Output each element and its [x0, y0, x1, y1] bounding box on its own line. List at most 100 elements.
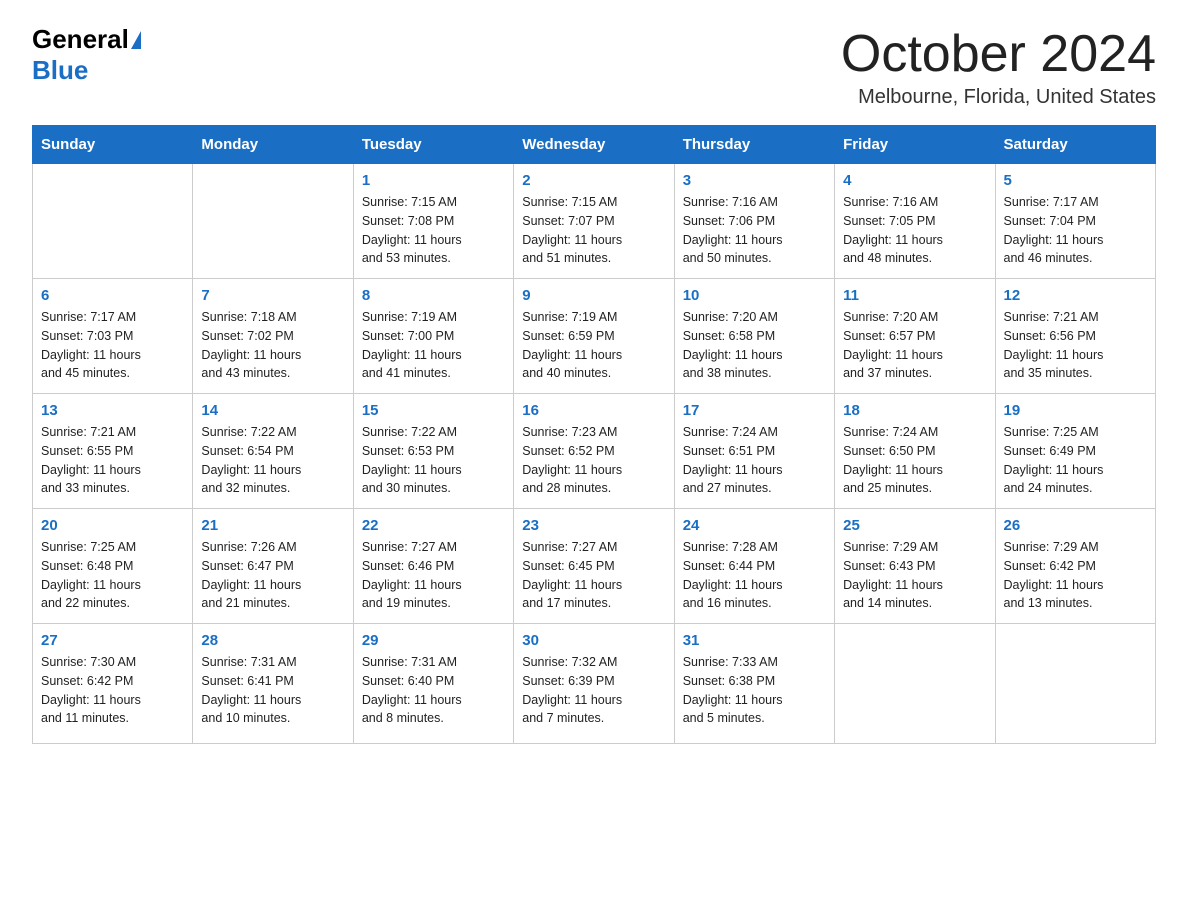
day-info: Sunrise: 7:31 AMSunset: 6:41 PMDaylight:… — [201, 653, 344, 728]
calendar-cell: 11 Sunrise: 7:20 AMSunset: 6:57 PMDayligh… — [835, 279, 995, 394]
day-info: Sunrise: 7:22 AMSunset: 6:54 PMDaylight:… — [201, 423, 344, 498]
weekday-header-thursday: Thursday — [674, 126, 834, 164]
weekday-header-saturday: Saturday — [995, 126, 1155, 164]
day-number: 21 — [201, 517, 344, 534]
calendar-cell: 8 Sunrise: 7:19 AMSunset: 7:00 PMDaylight… — [353, 279, 513, 394]
day-number: 22 — [362, 517, 505, 534]
calendar-cell: 14 Sunrise: 7:22 AMSunset: 6:54 PMDayligh… — [193, 394, 353, 509]
calendar-cell: 18 Sunrise: 7:24 AMSunset: 6:50 PMDayligh… — [835, 394, 995, 509]
day-info: Sunrise: 7:19 AMSunset: 6:59 PMDaylight:… — [522, 308, 665, 383]
weekday-header-tuesday: Tuesday — [353, 126, 513, 164]
day-number: 1 — [362, 172, 505, 189]
day-number: 30 — [522, 632, 665, 649]
calendar-cell: 3Sunrise: 7:16 AMSunset: 7:06 PMDaylight… — [674, 164, 834, 279]
calendar-cell: 2Sunrise: 7:15 AMSunset: 7:07 PMDaylight… — [514, 164, 674, 279]
day-info: Sunrise: 7:17 AMSunset: 7:03 PMDaylight:… — [41, 308, 184, 383]
calendar-week-row: 13 Sunrise: 7:21 AMSunset: 6:55 PMDayligh… — [33, 394, 1156, 509]
calendar-cell — [835, 624, 995, 744]
calendar-cell — [33, 164, 193, 279]
day-info: Sunrise: 7:15 AMSunset: 7:08 PMDaylight:… — [362, 193, 505, 268]
day-info: Sunrise: 7:28 AMSunset: 6:44 PMDaylight:… — [683, 538, 826, 613]
logo-blue: Blue — [32, 55, 88, 86]
page-header: General Blue October 2024 Melbourne, Flo… — [32, 24, 1156, 109]
day-info: Sunrise: 7:19 AMSunset: 7:00 PMDaylight:… — [362, 308, 505, 383]
calendar-cell: 4Sunrise: 7:16 AMSunset: 7:05 PMDaylight… — [835, 164, 995, 279]
calendar-week-row: 6 Sunrise: 7:17 AMSunset: 7:03 PMDaylight… — [33, 279, 1156, 394]
day-info: Sunrise: 7:22 AMSunset: 6:53 PMDaylight:… — [362, 423, 505, 498]
day-number: 12 — [1004, 287, 1147, 304]
day-info: Sunrise: 7:27 AMSunset: 6:45 PMDaylight:… — [522, 538, 665, 613]
day-number: 19 — [1004, 402, 1147, 419]
day-info: Sunrise: 7:24 AMSunset: 6:50 PMDaylight:… — [843, 423, 986, 498]
calendar-cell — [995, 624, 1155, 744]
weekday-header-wednesday: Wednesday — [514, 126, 674, 164]
calendar-cell: 28 Sunrise: 7:31 AMSunset: 6:41 PMDayligh… — [193, 624, 353, 744]
calendar-cell: 21 Sunrise: 7:26 AMSunset: 6:47 PMDayligh… — [193, 509, 353, 624]
day-number: 7 — [201, 287, 344, 304]
day-info: Sunrise: 7:21 AMSunset: 6:56 PMDaylight:… — [1004, 308, 1147, 383]
day-info: Sunrise: 7:24 AMSunset: 6:51 PMDaylight:… — [683, 423, 826, 498]
day-info: Sunrise: 7:29 AMSunset: 6:43 PMDaylight:… — [843, 538, 986, 613]
day-number: 13 — [41, 402, 184, 419]
day-number: 15 — [362, 402, 505, 419]
day-info: Sunrise: 7:27 AMSunset: 6:46 PMDaylight:… — [362, 538, 505, 613]
day-info: Sunrise: 7:29 AMSunset: 6:42 PMDaylight:… — [1004, 538, 1147, 613]
day-number: 23 — [522, 517, 665, 534]
calendar-cell: 23 Sunrise: 7:27 AMSunset: 6:45 PMDayligh… — [514, 509, 674, 624]
calendar-cell: 1 Sunrise: 7:15 AMSunset: 7:08 PMDaylight… — [353, 164, 513, 279]
day-number: 10 — [683, 287, 826, 304]
title-block: October 2024 Melbourne, Florida, United … — [841, 24, 1156, 109]
day-number: 11 — [843, 287, 986, 304]
day-number: 29 — [362, 632, 505, 649]
day-info: Sunrise: 7:15 AMSunset: 7:07 PMDaylight:… — [522, 193, 665, 268]
day-number: 20 — [41, 517, 184, 534]
calendar-cell: 19 Sunrise: 7:25 AMSunset: 6:49 PMDayligh… — [995, 394, 1155, 509]
day-number: 28 — [201, 632, 344, 649]
calendar-cell: 26Sunrise: 7:29 AMSunset: 6:42 PMDayligh… — [995, 509, 1155, 624]
calendar-cell: 31Sunrise: 7:33 AMSunset: 6:38 PMDayligh… — [674, 624, 834, 744]
calendar-body: 1 Sunrise: 7:15 AMSunset: 7:08 PMDaylight… — [33, 164, 1156, 744]
calendar-cell: 24 Sunrise: 7:28 AMSunset: 6:44 PMDayligh… — [674, 509, 834, 624]
calendar-table: SundayMondayTuesdayWednesdayThursdayFrid… — [32, 125, 1156, 744]
day-number: 8 — [362, 287, 505, 304]
calendar-week-row: 1 Sunrise: 7:15 AMSunset: 7:08 PMDaylight… — [33, 164, 1156, 279]
day-number: 4 — [843, 172, 986, 189]
calendar-week-row: 20 Sunrise: 7:25 AMSunset: 6:48 PMDayligh… — [33, 509, 1156, 624]
day-number: 24 — [683, 517, 826, 534]
day-number: 6 — [41, 287, 184, 304]
month-title: October 2024 — [841, 24, 1156, 84]
day-info: Sunrise: 7:25 AMSunset: 6:48 PMDaylight:… — [41, 538, 184, 613]
calendar-cell — [193, 164, 353, 279]
location: Melbourne, Florida, United States — [841, 86, 1156, 109]
day-info: Sunrise: 7:31 AMSunset: 6:40 PMDaylight:… — [362, 653, 505, 728]
calendar-cell: 6 Sunrise: 7:17 AMSunset: 7:03 PMDaylight… — [33, 279, 193, 394]
day-info: Sunrise: 7:18 AMSunset: 7:02 PMDaylight:… — [201, 308, 344, 383]
day-info: Sunrise: 7:26 AMSunset: 6:47 PMDaylight:… — [201, 538, 344, 613]
day-number: 27 — [41, 632, 184, 649]
day-number: 25 — [843, 517, 986, 534]
calendar-cell: 13 Sunrise: 7:21 AMSunset: 6:55 PMDayligh… — [33, 394, 193, 509]
day-number: 31 — [683, 632, 826, 649]
day-number: 14 — [201, 402, 344, 419]
day-info: Sunrise: 7:20 AMSunset: 6:57 PMDaylight:… — [843, 308, 986, 383]
day-number: 18 — [843, 402, 986, 419]
weekday-header-sunday: Sunday — [33, 126, 193, 164]
calendar-cell: 5 Sunrise: 7:17 AMSunset: 7:04 PMDaylight… — [995, 164, 1155, 279]
day-info: Sunrise: 7:20 AMSunset: 6:58 PMDaylight:… — [683, 308, 826, 383]
day-number: 5 — [1004, 172, 1147, 189]
calendar-cell: 25 Sunrise: 7:29 AMSunset: 6:43 PMDayligh… — [835, 509, 995, 624]
day-info: Sunrise: 7:25 AMSunset: 6:49 PMDaylight:… — [1004, 423, 1147, 498]
day-info: Sunrise: 7:17 AMSunset: 7:04 PMDaylight:… — [1004, 193, 1147, 268]
logo-general: General — [32, 24, 141, 55]
day-info: Sunrise: 7:23 AMSunset: 6:52 PMDaylight:… — [522, 423, 665, 498]
calendar-cell: 27Sunrise: 7:30 AMSunset: 6:42 PMDayligh… — [33, 624, 193, 744]
day-info: Sunrise: 7:21 AMSunset: 6:55 PMDaylight:… — [41, 423, 184, 498]
calendar-cell: 16Sunrise: 7:23 AMSunset: 6:52 PMDayligh… — [514, 394, 674, 509]
calendar-cell: 9Sunrise: 7:19 AMSunset: 6:59 PMDaylight… — [514, 279, 674, 394]
logo-triangle-icon — [131, 31, 141, 49]
calendar-header: SundayMondayTuesdayWednesdayThursdayFrid… — [33, 126, 1156, 164]
calendar-cell: 29 Sunrise: 7:31 AMSunset: 6:40 PMDayligh… — [353, 624, 513, 744]
calendar-cell: 20 Sunrise: 7:25 AMSunset: 6:48 PMDayligh… — [33, 509, 193, 624]
calendar-cell: 12 Sunrise: 7:21 AMSunset: 6:56 PMDayligh… — [995, 279, 1155, 394]
calendar-cell: 17Sunrise: 7:24 AMSunset: 6:51 PMDayligh… — [674, 394, 834, 509]
